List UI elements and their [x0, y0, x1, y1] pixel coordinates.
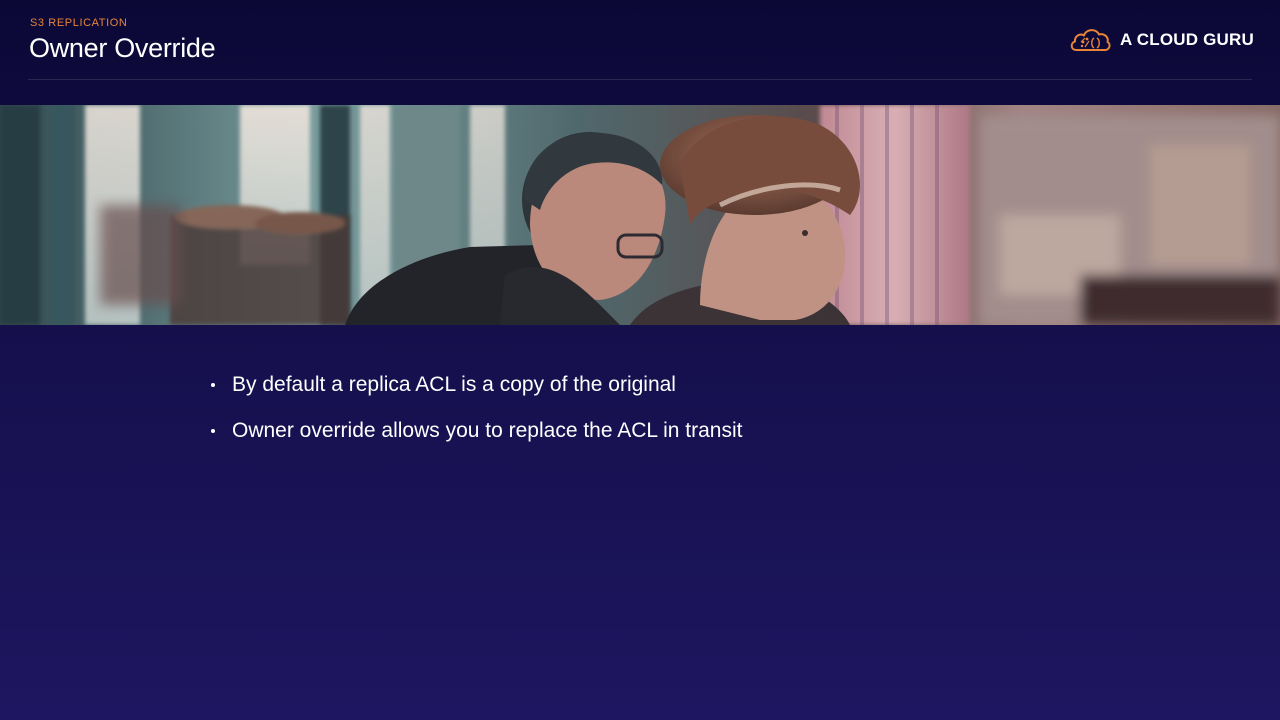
list-item: By default a replica ACL is a copy of th… [208, 362, 742, 408]
bullet-dot [211, 429, 215, 433]
brand: A CLOUD GURU [1068, 24, 1254, 56]
section-label: S3 REPLICATION [30, 17, 128, 29]
bullet-list: By default a replica ACL is a copy of th… [208, 362, 742, 454]
header-divider [28, 79, 1252, 80]
hero-image [0, 105, 1280, 325]
slide-title: Owner Override [29, 33, 216, 63]
slide-header: S3 REPLICATION Owner Override A CLOUD GU… [0, 0, 1280, 80]
cloud-logo-icon [1070, 29, 1111, 51]
list-item: Owner override allows you to replace the… [208, 408, 742, 454]
hero-photo-illustration [0, 105, 1280, 325]
brand-name: A CLOUD GURU [1120, 30, 1254, 49]
bullet-dot [211, 383, 215, 387]
bullet-text: By default a replica ACL is a copy of th… [232, 373, 676, 396]
bullet-text: Owner override allows you to replace the… [232, 419, 743, 442]
